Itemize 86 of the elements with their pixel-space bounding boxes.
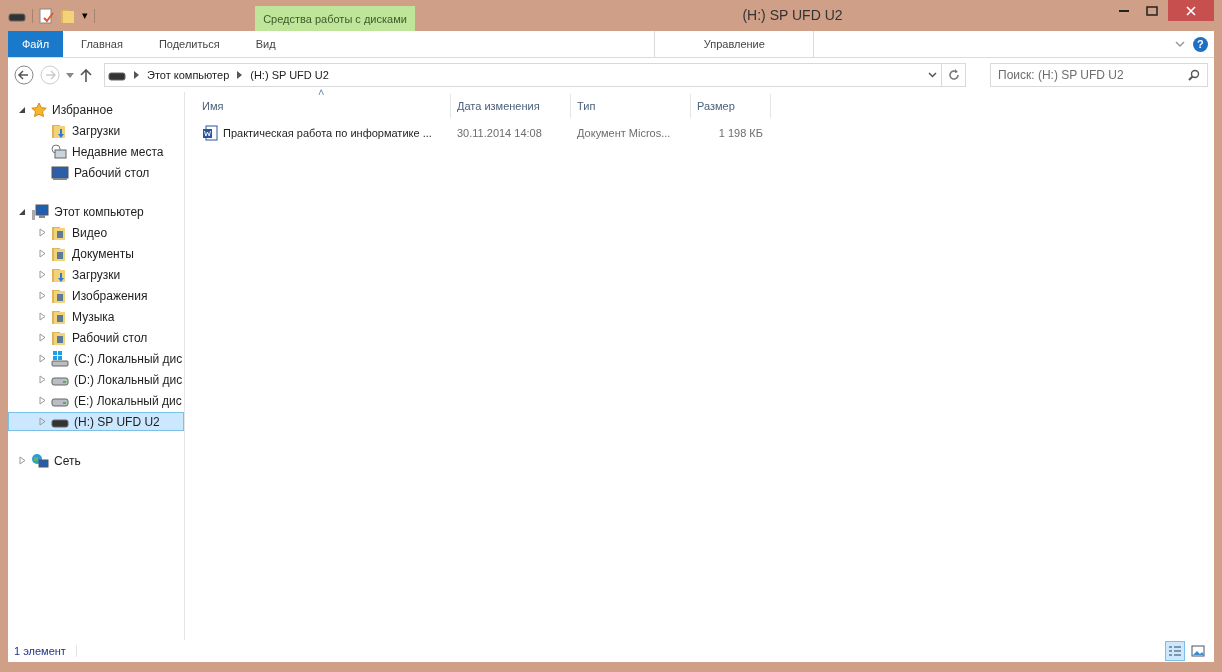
search-icon[interactable]: [1188, 69, 1200, 81]
column-header[interactable]: Имя: [196, 94, 451, 118]
collapsed-arrow-icon[interactable]: [38, 396, 46, 405]
date-modified: 30.11.2014 14:08: [457, 127, 542, 139]
details-view-button[interactable]: [1165, 641, 1185, 661]
window-title: (H:) SP UFD U2: [741, 6, 844, 23]
expanded-arrow-icon[interactable]: [18, 105, 26, 114]
file-name: Практическая работа по информатике ...: [223, 127, 432, 139]
ribbon-tab[interactable]: Управление: [654, 31, 815, 57]
computer-icon: [31, 203, 49, 220]
column-header[interactable]: Тип: [571, 94, 691, 118]
collapsed-arrow-icon[interactable]: [38, 417, 46, 426]
close-button[interactable]: [1168, 0, 1214, 21]
item-count: 1 элемент: [14, 645, 77, 657]
nav-item[interactable]: Рабочий стол: [8, 328, 184, 347]
nav-item[interactable]: Избранное: [8, 100, 184, 119]
folder-icon: [51, 287, 67, 304]
ribbon-tab[interactable]: Вид: [237, 31, 294, 57]
file-tab[interactable]: Файл: [8, 31, 64, 57]
breadcrumb[interactable]: Этот компьютер: [147, 69, 230, 81]
desktop-icon: [51, 165, 69, 180]
collapsed-arrow-icon[interactable]: [38, 249, 46, 258]
breadcrumb[interactable]: (H:) SP UFD U2: [250, 69, 329, 81]
nav-item[interactable]: Изображения: [8, 286, 184, 305]
word-document-icon: [202, 125, 218, 141]
nav-item[interactable]: Документы: [8, 244, 184, 263]
help-button[interactable]: ?: [1193, 36, 1208, 52]
drive-icon: [108, 69, 126, 81]
nav-item[interactable]: (E:) Локальный дис: [8, 391, 184, 410]
folder-icon: [51, 329, 67, 346]
column-header[interactable]: Размер: [691, 94, 771, 118]
nav-item[interactable]: Недавние места: [8, 142, 184, 161]
nav-item[interactable]: Этот компьютер: [8, 202, 184, 221]
nav-item[interactable]: (D:) Локальный дис: [8, 370, 184, 389]
properties-icon[interactable]: [39, 7, 54, 24]
ribbon-tab[interactable]: Поделиться: [140, 31, 238, 57]
nav-item[interactable]: Сеть: [8, 451, 184, 470]
file-size: 1 198 КБ: [718, 127, 763, 139]
folder-icon: [51, 308, 67, 325]
new-folder-icon[interactable]: [60, 7, 76, 24]
column-header[interactable]: Дата изменения: [451, 94, 571, 118]
nav-item[interactable]: Загрузки: [8, 121, 184, 140]
recent-places-icon: [51, 143, 67, 160]
nav-item[interactable]: Рабочий стол: [8, 163, 184, 182]
nav-item[interactable]: Загрузки: [8, 265, 184, 284]
search-field[interactable]: Поиск: (H:) SP UFD U2: [990, 63, 1208, 87]
expanded-arrow-icon[interactable]: [18, 207, 26, 216]
collapsed-arrow-icon[interactable]: [38, 291, 46, 300]
star-icon: [31, 101, 47, 118]
collapsed-arrow-icon[interactable]: [38, 375, 46, 384]
up-button[interactable]: [80, 68, 92, 82]
collapsed-arrow-icon[interactable]: [38, 270, 46, 279]
address-bar[interactable]: Этот компьютер (H:) SP UFD U2: [104, 63, 966, 87]
nav-item[interactable]: (H:) SP UFD U2: [8, 412, 184, 431]
close-icon: [1186, 5, 1196, 16]
recent-locations-button[interactable]: [66, 72, 74, 78]
expand-ribbon-icon[interactable]: [1175, 40, 1185, 48]
image-icon: [1191, 645, 1205, 657]
details-list-icon: [1168, 645, 1182, 657]
ribbon-tab[interactable]: Главная: [63, 31, 141, 57]
nav-item[interactable]: Видео: [8, 223, 184, 242]
collapsed-arrow-icon[interactable]: [18, 456, 26, 465]
file-row[interactable]: Практическая работа по информатике ... 30.11.2014 14:08 Документ Micros... 1 198 КБ: [196, 122, 1214, 144]
file-type: Документ Micros...: [577, 127, 671, 139]
downloads-folder-icon: [51, 122, 67, 139]
maximize-icon: [1146, 5, 1158, 16]
quick-access-menu[interactable]: ▾: [82, 9, 88, 22]
folder-icon: [51, 245, 67, 262]
refresh-icon: [947, 69, 960, 81]
downloads-folder-icon: [51, 266, 67, 283]
collapsed-arrow-icon[interactable]: [38, 312, 46, 321]
contextual-tab-group: Средства работы с дисками: [255, 6, 415, 31]
breadcrumb-arrow-icon[interactable]: [134, 71, 139, 79]
collapsed-arrow-icon[interactable]: [38, 354, 46, 363]
nav-item[interactable]: Музыка: [8, 307, 184, 326]
collapsed-arrow-icon[interactable]: [38, 333, 46, 342]
collapsed-arrow-icon[interactable]: [38, 228, 46, 237]
forward-button[interactable]: [40, 65, 60, 85]
back-button[interactable]: [14, 65, 34, 85]
network-icon: [31, 452, 49, 469]
chevron-down-icon: [927, 72, 937, 78]
breadcrumb-arrow-icon[interactable]: [237, 71, 243, 79]
system-drive-icon: [51, 350, 69, 367]
minimize-icon: [1119, 9, 1129, 12]
nav-item[interactable]: (C:) Локальный дис: [8, 349, 184, 368]
folder-icon: [51, 224, 67, 241]
